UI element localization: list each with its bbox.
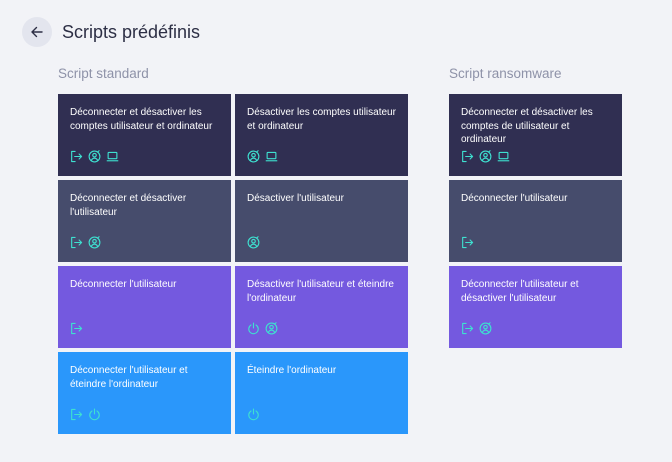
ransomware-script-grid: Déconnecter et désactiver les comptes de… (449, 94, 622, 348)
page-header: Scripts prédéfinis (22, 17, 200, 47)
user-disabled-icon (265, 322, 278, 335)
logout-icon (70, 322, 83, 335)
laptop-icon (497, 150, 510, 163)
card-icons (247, 150, 278, 163)
logout-icon (461, 150, 474, 163)
script-card-logout-disable-accounts[interactable]: Déconnecter et désactiver les comptes ut… (58, 94, 231, 176)
card-icons (70, 322, 83, 335)
user-disabled-icon (247, 236, 260, 249)
section-title-standard: Script standard (58, 66, 149, 81)
power-icon (88, 408, 101, 421)
logout-icon (461, 236, 474, 249)
card-label: Déconnecter et désactiver l'utilisateur (70, 193, 187, 218)
arrow-left-icon (30, 25, 44, 39)
ransomware-card-logout-disable-accounts[interactable]: Déconnecter et désactiver les comptes de… (449, 94, 622, 176)
script-card-disable-accounts[interactable]: Désactiver les comptes utilisateur et or… (235, 94, 408, 176)
card-icons (461, 236, 474, 249)
script-card-disable-user-shutdown[interactable]: Désactiver l'utilisateur et éteindre l'o… (235, 266, 408, 348)
power-icon (247, 408, 260, 421)
card-icons (70, 408, 101, 421)
back-button[interactable] (22, 17, 52, 47)
laptop-icon (106, 150, 119, 163)
user-disabled-icon (479, 322, 492, 335)
card-label: Désactiver les comptes utilisateur et or… (247, 107, 396, 132)
logout-icon (70, 408, 83, 421)
ransomware-card-logout-user[interactable]: Déconnecter l'utilisateur (449, 180, 622, 262)
section-title-ransomware: Script ransomware (449, 66, 562, 81)
card-icons (70, 236, 101, 249)
script-card-logout-user-shutdown[interactable]: Déconnecter l'utilisateur et éteindre l'… (58, 352, 231, 434)
card-label: Désactiver l'utilisateur et éteindre l'o… (247, 279, 394, 304)
card-label: Désactiver l'utilisateur (247, 193, 344, 204)
user-disabled-icon (88, 150, 101, 163)
card-icons (461, 150, 510, 163)
laptop-icon (265, 150, 278, 163)
standard-script-grid: Déconnecter et désactiver les comptes ut… (58, 94, 408, 434)
card-icons (70, 150, 119, 163)
card-label: Déconnecter l'utilisateur (461, 193, 568, 204)
user-disabled-icon (479, 150, 492, 163)
script-card-disable-user[interactable]: Désactiver l'utilisateur (235, 180, 408, 262)
card-label: Éteindre l'ordinateur (247, 365, 337, 376)
card-label: Déconnecter et désactiver les comptes ut… (70, 107, 213, 132)
card-label: Déconnecter l'utilisateur (70, 279, 177, 290)
ransomware-card-logout-disable-user[interactable]: Déconnecter l'utilisateur et désactiver … (449, 266, 622, 348)
logout-icon (70, 236, 83, 249)
card-icons (461, 322, 492, 335)
user-disabled-icon (247, 150, 260, 163)
card-icons (247, 236, 260, 249)
power-icon (247, 322, 260, 335)
script-card-logout-user[interactable]: Déconnecter l'utilisateur (58, 266, 231, 348)
script-card-shutdown[interactable]: Éteindre l'ordinateur (235, 352, 408, 434)
user-disabled-icon (88, 236, 101, 249)
card-icons (247, 408, 260, 421)
logout-icon (461, 322, 474, 335)
logout-icon (70, 150, 83, 163)
card-label: Déconnecter l'utilisateur et désactiver … (461, 279, 579, 304)
page-title: Scripts prédéfinis (62, 21, 201, 42)
card-label: Déconnecter et désactiver les comptes de… (461, 107, 593, 145)
script-card-logout-disable-user[interactable]: Déconnecter et désactiver l'utilisateur (58, 180, 231, 262)
card-icons (247, 322, 278, 335)
card-label: Déconnecter l'utilisateur et éteindre l'… (70, 365, 188, 390)
